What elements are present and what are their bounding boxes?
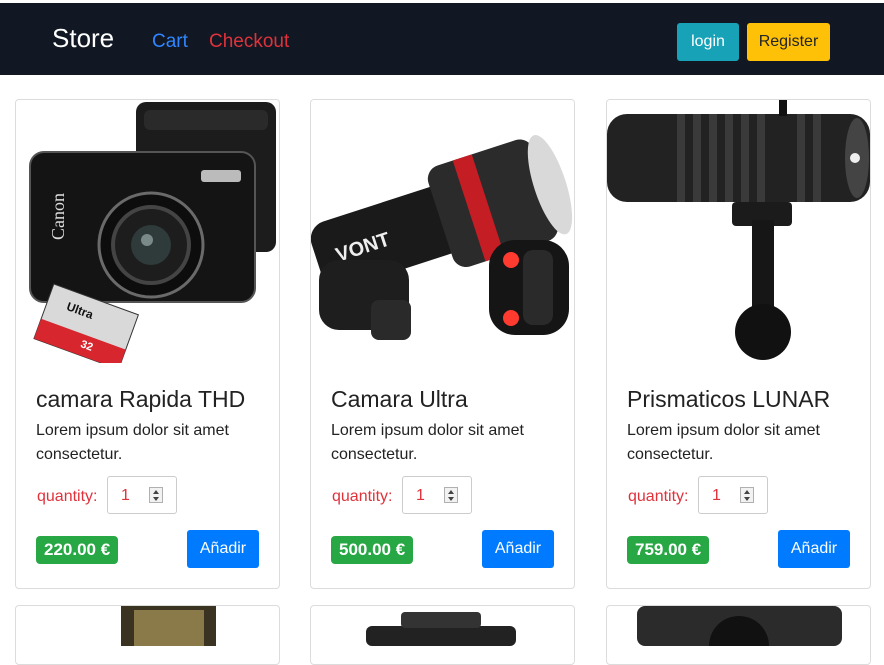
top-navbar: Store Cart Checkout login Register [0, 3, 884, 75]
product-card: Prismaticos LUNAR Lorem ipsum dolor sit … [606, 99, 871, 589]
nav-link-cart[interactable]: Cart [152, 31, 188, 53]
quantity-stepper[interactable]: 1 [107, 476, 177, 514]
spinner-arrows-icon[interactable] [444, 487, 458, 503]
product-card-partial [15, 605, 280, 665]
price-badge: 500.00 € [331, 536, 414, 564]
product-title: Prismaticos LUNAR [627, 386, 831, 412]
product-description: Lorem ipsum dolor sit amet consectetur. [36, 422, 229, 463]
product-image-partial [637, 606, 842, 664]
product-card: VONT Camara Ultra Lorem ipsum dolor sit … [310, 99, 575, 589]
quantity-label: quantity: [628, 488, 689, 505]
add-to-cart-button[interactable]: Añadir [482, 530, 554, 568]
product-description: Lorem ipsum dolor sit amet consectetur. [627, 422, 820, 463]
spinner-arrows-icon[interactable] [740, 487, 754, 503]
product-card: Canon Ultra 32 camara Rapida THD Lorem i… [15, 99, 280, 589]
product-image-partial [121, 606, 216, 646]
quantity-label: quantity: [332, 488, 393, 505]
quantity-stepper[interactable]: 1 [698, 476, 768, 514]
product-image-partial [366, 612, 516, 646]
quantity-label: quantity: [37, 488, 98, 505]
product-card-partial [606, 605, 871, 665]
quantity-value[interactable]: 1 [121, 487, 130, 505]
product-card-partial [310, 605, 575, 665]
nav-link-checkout[interactable]: Checkout [209, 31, 289, 53]
login-button[interactable]: login [677, 23, 739, 61]
svg-text:Canon: Canon [48, 193, 68, 240]
add-to-cart-button[interactable]: Añadir [778, 530, 850, 568]
quantity-value[interactable]: 1 [416, 487, 425, 505]
price-badge: 220.00 € [36, 536, 119, 564]
quantity-value[interactable]: 1 [712, 487, 721, 505]
product-description: Lorem ipsum dolor sit amet consectetur. [331, 422, 524, 463]
brand-logo[interactable]: Store [52, 23, 114, 54]
product-image-torch [607, 100, 870, 363]
product-title: camara Rapida THD [36, 386, 246, 412]
register-button[interactable]: Register [747, 23, 830, 61]
spinner-arrows-icon[interactable] [149, 487, 163, 503]
product-image-camera: Canon Ultra 32 [16, 100, 279, 363]
price-badge: 759.00 € [627, 536, 710, 564]
product-title: Camara Ultra [331, 386, 468, 412]
quantity-stepper[interactable]: 1 [402, 476, 472, 514]
product-image-flashlight: VONT [311, 100, 574, 363]
add-to-cart-button[interactable]: Añadir [187, 530, 259, 568]
